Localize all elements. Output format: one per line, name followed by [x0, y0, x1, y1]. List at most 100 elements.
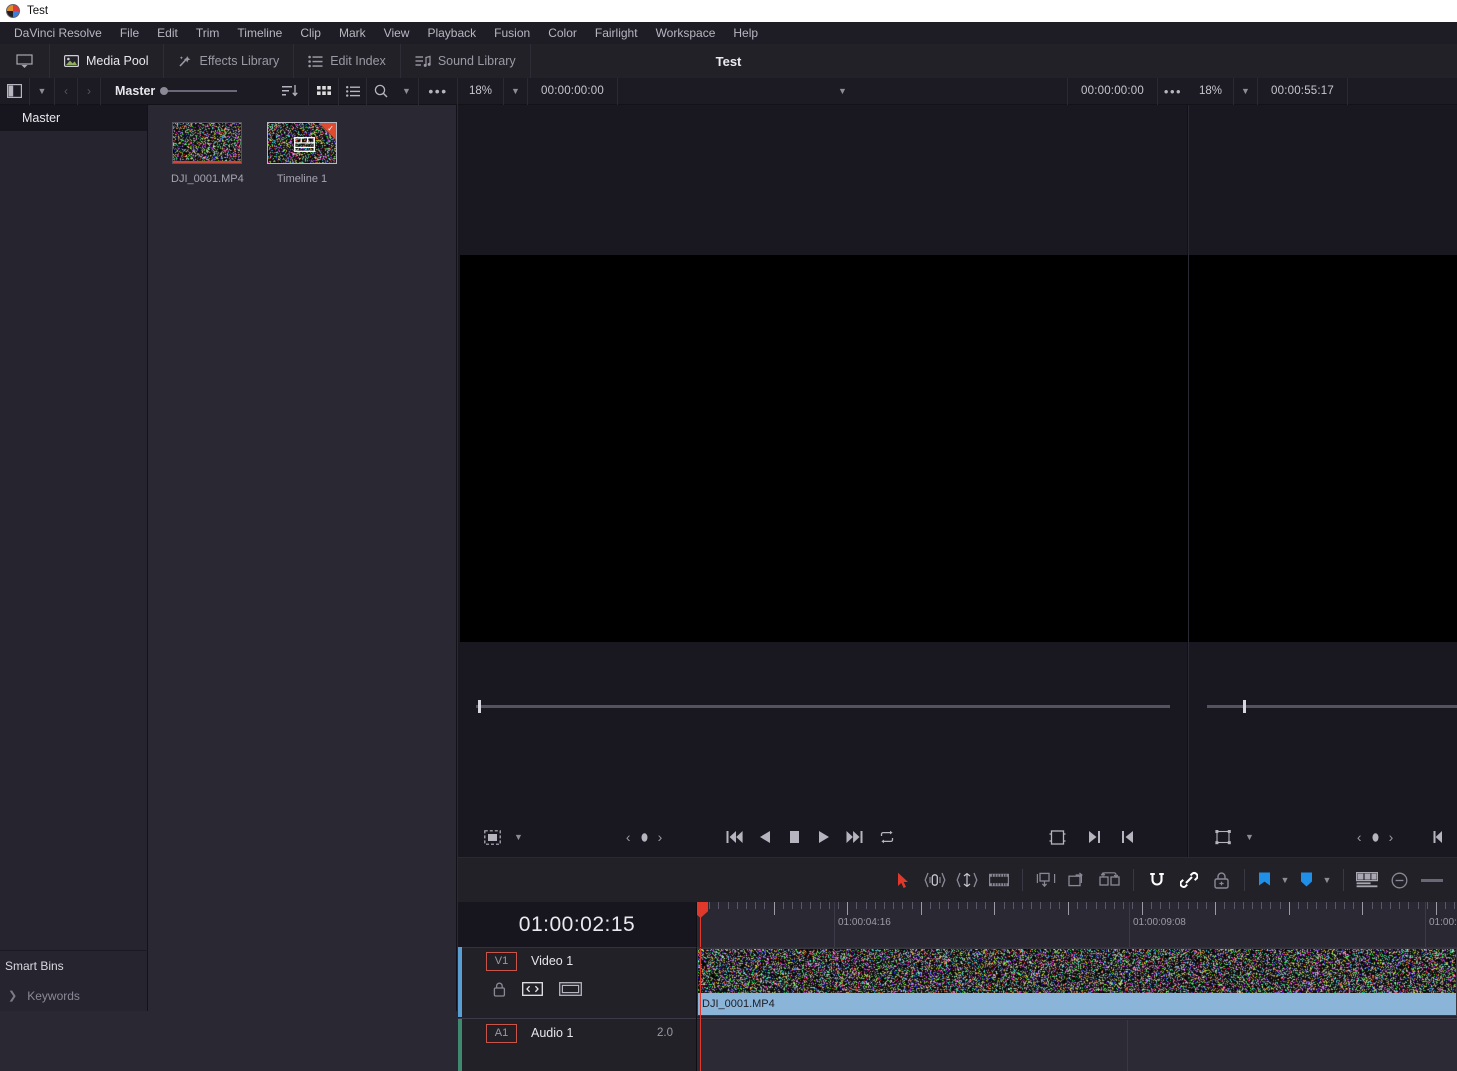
- timeline-viewer-scrubber[interactable]: [1207, 705, 1457, 708]
- menu-item-trim[interactable]: Trim: [187, 23, 229, 43]
- timeline-viewer-scrubber-handle[interactable]: [1243, 700, 1246, 713]
- transform-dropdown[interactable]: ▼: [1238, 832, 1261, 842]
- media-pool-button[interactable]: Media Pool: [50, 44, 164, 78]
- list-view-button[interactable]: [339, 78, 367, 105]
- media-pool-forward-button[interactable]: ›: [78, 78, 101, 105]
- stop-button[interactable]: [789, 830, 800, 844]
- dynamic-trim-mode-button[interactable]: [951, 858, 983, 902]
- clip-thumbnail[interactable]: [172, 122, 242, 164]
- menu-item-timeline[interactable]: Timeline: [228, 23, 291, 43]
- flag-dropdown[interactable]: ▼: [1276, 858, 1294, 902]
- play-button[interactable]: [818, 830, 830, 844]
- timeline-ruler[interactable]: 01:00:04:16 01:00:09:08 01:00:: [697, 902, 1457, 947]
- tv-prev-keyframe-button[interactable]: ‹: [1357, 829, 1362, 845]
- track-id-badge[interactable]: V1: [486, 952, 517, 971]
- timeline-tracks-area[interactable]: DJI_0001.MP4: [697, 947, 1457, 1071]
- menu-item-fairlight[interactable]: Fairlight: [586, 23, 647, 43]
- media-pool-view-dropdown[interactable]: ▼: [30, 78, 55, 105]
- source-scrubber[interactable]: [476, 705, 1170, 708]
- mark-out-button[interactable]: [1121, 830, 1134, 844]
- thumbnail-size-slider[interactable]: [167, 90, 237, 92]
- trim-edit-mode-button[interactable]: [919, 858, 951, 902]
- search-dropdown[interactable]: ▼: [395, 78, 419, 105]
- menu-item-file[interactable]: File: [111, 23, 148, 43]
- audio-track-lane[interactable]: [697, 1020, 1457, 1071]
- tv-next-keyframe-button[interactable]: ›: [1389, 829, 1394, 845]
- menu-item-clip[interactable]: Clip: [291, 23, 330, 43]
- position-lock-button[interactable]: [1205, 858, 1237, 902]
- media-pool-options-button[interactable]: •••: [419, 78, 457, 105]
- search-button[interactable]: [367, 78, 395, 105]
- track-header-a1[interactable]: A1 Audio 1 2.0: [458, 1020, 697, 1046]
- linked-selection-button[interactable]: [1173, 858, 1205, 902]
- next-keyframe-button[interactable]: ›: [658, 829, 663, 845]
- jump-to-start-button[interactable]: [726, 830, 743, 844]
- razor-edit-mode-button[interactable]: [983, 858, 1015, 902]
- source-scrubber-handle[interactable]: [478, 700, 481, 713]
- insert-clip-button[interactable]: [1030, 858, 1062, 902]
- keyframe-button[interactable]: [639, 832, 650, 843]
- menu-item-workspace[interactable]: Workspace: [647, 23, 725, 43]
- sidebar-item-keywords[interactable]: ❯ Keywords: [0, 980, 148, 1011]
- replace-clip-button[interactable]: [1094, 858, 1126, 902]
- menu-item-view[interactable]: View: [375, 23, 419, 43]
- jump-to-end-button[interactable]: [846, 830, 863, 844]
- track-id-badge[interactable]: A1: [486, 1024, 517, 1043]
- tv-keyframe-button[interactable]: [1370, 832, 1381, 843]
- marker-dropdown[interactable]: ▼: [1318, 858, 1336, 902]
- source-timecode-left[interactable]: 00:00:00:00: [528, 78, 618, 105]
- video-track-enable-button[interactable]: [559, 982, 582, 996]
- media-pool-items-grid[interactable]: DJI_0001.MP4 ✓ Timeline 1: [148, 105, 457, 1011]
- source-timecode-right[interactable]: 00:00:00:00: [1068, 78, 1158, 105]
- timeline-zoom-dropdown[interactable]: ▼: [1234, 78, 1258, 105]
- playhead-handle[interactable]: [697, 902, 708, 918]
- fit-screen-button[interactable]: [1049, 830, 1066, 845]
- source-viewer[interactable]: ▼ ‹ ›: [458, 105, 1188, 857]
- edit-index-button[interactable]: Edit Index: [294, 44, 401, 78]
- timeline-zoom-value[interactable]: 18%: [1188, 78, 1234, 105]
- source-zoom-dropdown[interactable]: ▼: [504, 78, 528, 105]
- menu-item-mark[interactable]: Mark: [330, 23, 375, 43]
- timeline-playhead[interactable]: [700, 902, 701, 947]
- thumbnail-view-button[interactable]: [309, 78, 339, 105]
- menu-item-help[interactable]: Help: [724, 23, 767, 43]
- source-zoom-value[interactable]: 18%: [458, 78, 504, 105]
- selection-mode-button[interactable]: [887, 858, 919, 902]
- snapping-button[interactable]: [1141, 858, 1173, 902]
- auto-select-track-button[interactable]: [522, 982, 543, 996]
- overwrite-clip-button[interactable]: [1062, 858, 1094, 902]
- media-item-timeline[interactable]: ✓ Timeline 1: [267, 122, 337, 185]
- marker-button[interactable]: [1294, 858, 1318, 902]
- timeline-viewer[interactable]: ▼ ‹ ›: [1189, 105, 1457, 857]
- prev-keyframe-button[interactable]: ‹: [626, 829, 631, 845]
- panel-toggle-button[interactable]: [0, 44, 50, 78]
- tv-jump-to-start-button[interactable]: [1433, 830, 1446, 844]
- menu-item-playback[interactable]: Playback: [418, 23, 485, 43]
- source-viewer-options[interactable]: •••: [1158, 78, 1188, 105]
- media-pool-sidebar-toggle[interactable]: [0, 78, 30, 105]
- menu-item-color[interactable]: Color: [539, 23, 586, 43]
- menu-item-davinci-resolve[interactable]: DaVinci Resolve: [5, 23, 111, 43]
- mark-in-button[interactable]: [1088, 830, 1101, 844]
- lock-track-button[interactable]: [493, 982, 506, 997]
- sound-library-button[interactable]: Sound Library: [401, 44, 531, 78]
- loop-button[interactable]: [879, 830, 895, 844]
- timeline-clip-video[interactable]: DJI_0001.MP4: [697, 948, 1457, 1016]
- timeline-timecode-display[interactable]: 01:00:02:15: [458, 902, 697, 947]
- sidebar-item-master[interactable]: Master: [0, 105, 147, 131]
- timeline-view-options-button[interactable]: [1351, 858, 1383, 902]
- transform-button[interactable]: [1215, 830, 1232, 845]
- effects-library-button[interactable]: Effects Library: [164, 44, 295, 78]
- timeline-thumbnail[interactable]: ✓: [267, 122, 337, 164]
- flag-button[interactable]: [1252, 858, 1276, 902]
- play-reverse-button[interactable]: [759, 830, 771, 844]
- sort-button[interactable]: [272, 78, 309, 105]
- source-viewer-title-dropdown[interactable]: ▼: [618, 78, 1068, 105]
- safe-area-dropdown[interactable]: ▼: [507, 832, 530, 842]
- safe-area-button[interactable]: [484, 830, 501, 845]
- menu-item-fusion[interactable]: Fusion: [485, 23, 539, 43]
- track-header-v1[interactable]: V1 Video 1: [458, 948, 697, 1004]
- zoom-slider[interactable]: [1415, 858, 1449, 902]
- menu-item-edit[interactable]: Edit: [148, 23, 187, 43]
- zoom-out-button[interactable]: [1383, 858, 1415, 902]
